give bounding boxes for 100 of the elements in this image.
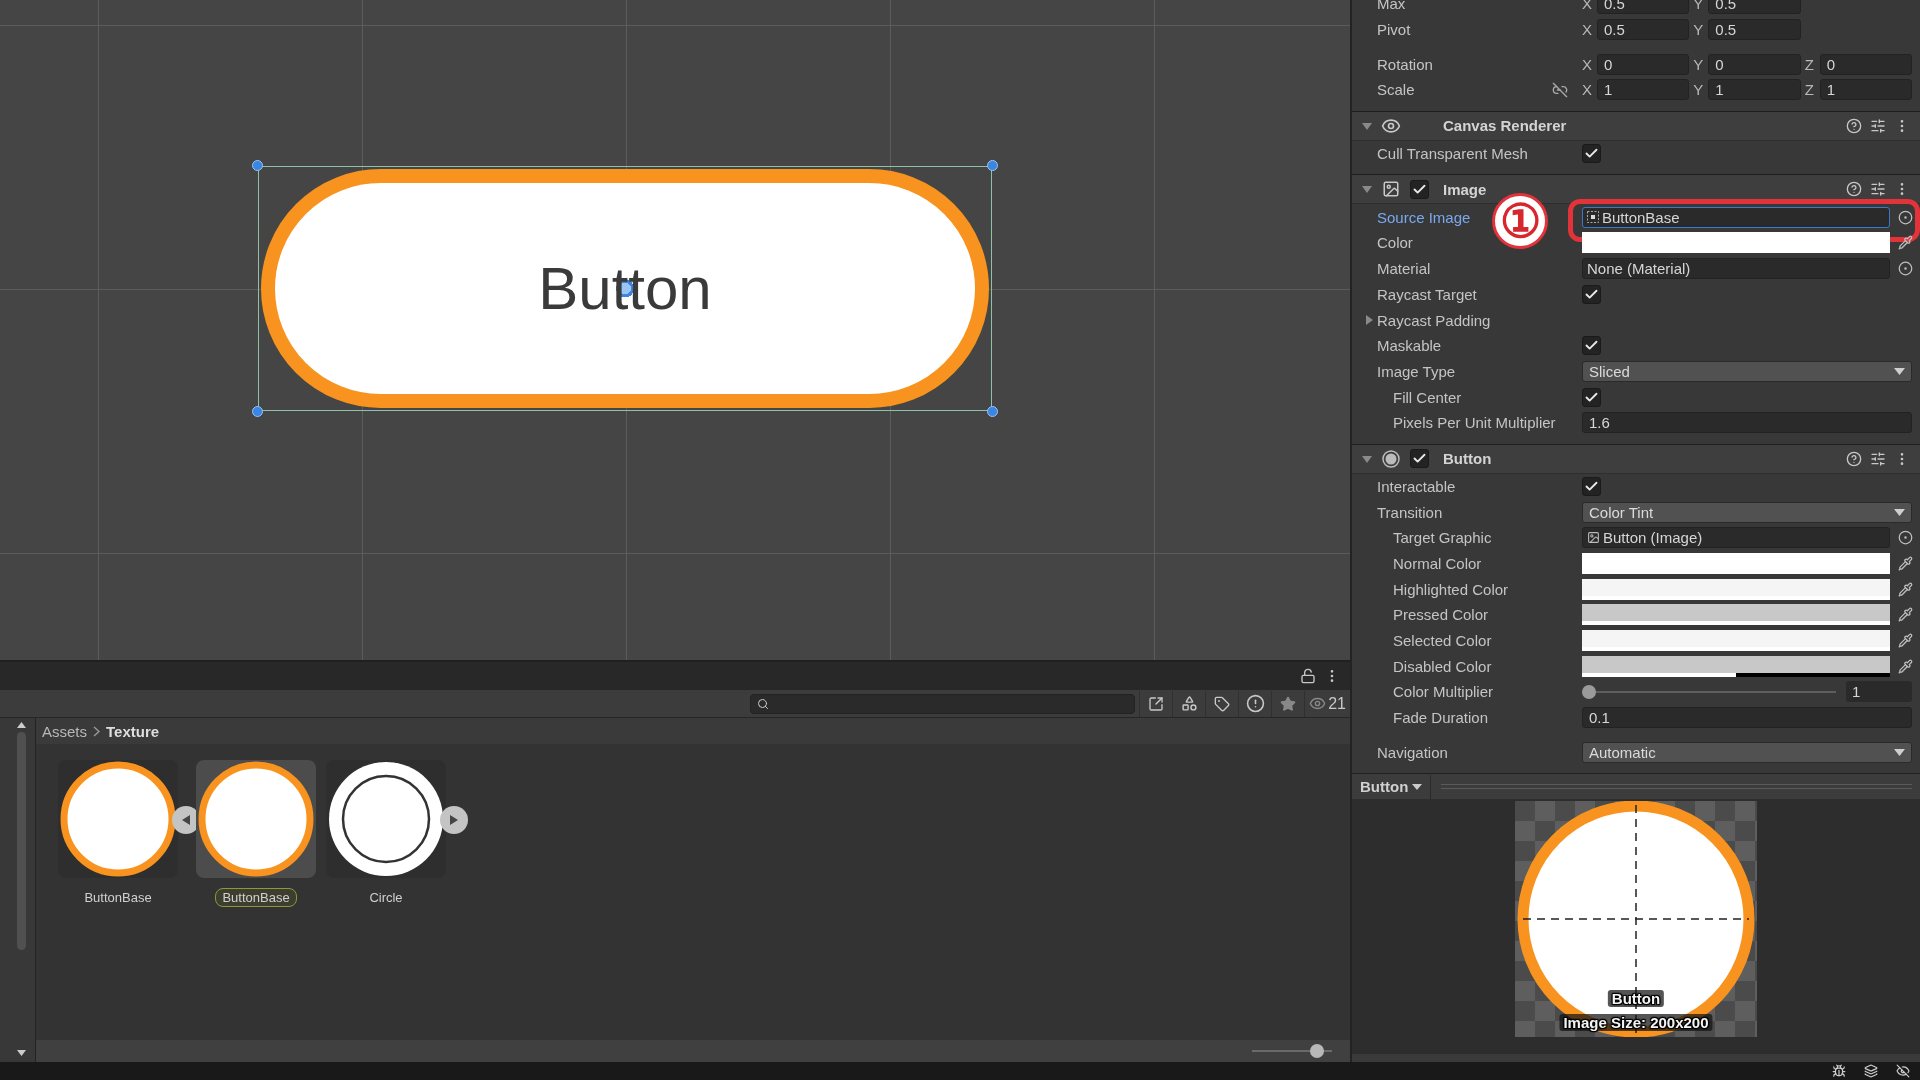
eye-icon — [1309, 695, 1327, 712]
button-component-icon — [1382, 449, 1400, 468]
checkbox[interactable] — [1582, 336, 1601, 356]
component-header[interactable]: Canvas Renderer — [1352, 110, 1920, 141]
breadcrumb-link[interactable]: Texture — [106, 722, 160, 740]
color-field[interactable] — [1582, 578, 1890, 600]
eye-off-icon[interactable] — [1896, 1064, 1910, 1078]
object-picker-icon[interactable] — [1897, 530, 1913, 546]
object-picker-icon[interactable] — [1897, 209, 1913, 225]
exclamation-icon — [1245, 694, 1265, 713]
presets-icon[interactable] — [1870, 181, 1886, 198]
component-title: Button — [1443, 450, 1493, 468]
layers-icon[interactable] — [1864, 1064, 1878, 1078]
axis-label: X — [1582, 55, 1593, 73]
object-field[interactable]: ButtonBase — [1582, 206, 1890, 228]
expand-button[interactable] — [440, 806, 468, 834]
resize-handle[interactable] — [987, 160, 998, 171]
search-field[interactable] — [750, 693, 1136, 714]
number-field[interactable]: 0 — [1819, 53, 1912, 75]
foldout-arrow-icon[interactable] — [1364, 315, 1374, 326]
rename-field[interactable]: ButtonBase — [215, 888, 297, 907]
slider-thumb[interactable] — [1310, 1044, 1325, 1058]
external-window-icon — [1148, 695, 1165, 712]
checkbox[interactable] — [1582, 476, 1601, 496]
dropdown[interactable]: Color Tint — [1582, 501, 1912, 523]
checkbox[interactable] — [1410, 179, 1429, 199]
color-field[interactable] — [1582, 553, 1890, 575]
presets-icon[interactable] — [1870, 450, 1886, 467]
color-field[interactable] — [1582, 655, 1890, 677]
eyedropper-icon[interactable] — [1897, 658, 1913, 674]
foldout-arrow-icon[interactable] — [1362, 184, 1372, 195]
field-label: Transition — [1376, 503, 1443, 521]
field-label: Selected Color — [1392, 632, 1492, 650]
image-icon — [1382, 180, 1400, 199]
object-picker-icon[interactable] — [1897, 261, 1913, 277]
axis-label: X — [1582, 21, 1593, 39]
scroll-up-icon[interactable] — [17, 722, 26, 728]
number-field[interactable]: 0.5 — [1708, 19, 1801, 41]
color-field[interactable] — [1582, 604, 1890, 626]
foldout-arrow-icon[interactable] — [1362, 120, 1372, 131]
number-field[interactable]: 1 — [1708, 79, 1801, 101]
field-label: Highlighted Color — [1392, 580, 1509, 598]
link-off-icon[interactable] — [1552, 81, 1568, 98]
bug-icon[interactable] — [1832, 1064, 1846, 1078]
color-field[interactable] — [1582, 630, 1890, 652]
breadcrumb-link[interactable]: Assets — [42, 722, 87, 740]
number-field[interactable]: 1 — [1846, 681, 1912, 703]
eyedropper-icon[interactable] — [1897, 633, 1913, 649]
axis-label: Y — [1693, 21, 1705, 39]
field-label: Target Graphic — [1392, 529, 1492, 547]
field-label: Cull Transparent Mesh — [1376, 145, 1528, 163]
number-field[interactable]: 1 — [1819, 79, 1912, 101]
eyedropper-icon[interactable] — [1897, 581, 1913, 597]
asset-name: ButtonBase — [83, 889, 153, 907]
checkbox[interactable] — [1582, 387, 1601, 407]
number-field[interactable]: 1.6 — [1582, 412, 1912, 434]
field-label: Pressed Color — [1392, 606, 1489, 624]
selection-rect[interactable]: Button — [258, 166, 992, 411]
presets-icon[interactable] — [1870, 117, 1886, 134]
checkbox[interactable] — [1582, 144, 1601, 164]
checkbox[interactable] — [1582, 284, 1601, 304]
object-field[interactable]: None (Material) — [1582, 258, 1890, 280]
lock-icon[interactable] — [1300, 668, 1316, 684]
number-field[interactable]: 0.1 — [1582, 707, 1912, 729]
number-field[interactable]: 0.5 — [1597, 19, 1690, 41]
foldout-arrow-icon[interactable] — [1362, 453, 1372, 464]
object-field[interactable]: Button (Image) — [1582, 527, 1890, 549]
color-field[interactable] — [1582, 232, 1890, 254]
scene-view[interactable]: Button — [0, 0, 1350, 660]
component-header[interactable]: Button — [1352, 443, 1920, 474]
number-field[interactable]: 0 — [1708, 53, 1801, 75]
field-label: Normal Color — [1392, 555, 1482, 573]
slider-thumb[interactable] — [1582, 684, 1596, 699]
resize-grip[interactable] — [1441, 784, 1912, 790]
dropdown[interactable]: Automatic — [1582, 741, 1912, 763]
checkbox[interactable] — [1410, 449, 1429, 469]
scroll-down-icon[interactable] — [17, 1050, 26, 1056]
field-label: Source Image — [1376, 208, 1471, 226]
asset-name: Circle — [368, 889, 404, 907]
shapes-icon — [1180, 695, 1198, 712]
dropdown[interactable]: Sliced — [1582, 360, 1912, 382]
eyedropper-icon[interactable] — [1897, 607, 1913, 623]
number-field[interactable]: 0 — [1597, 53, 1690, 75]
resize-handle[interactable] — [252, 406, 263, 417]
field-label: Fill Center — [1392, 388, 1462, 406]
sprite-icon — [1587, 211, 1599, 224]
search-icon — [757, 697, 770, 710]
help-icon[interactable] — [1846, 117, 1862, 134]
eyedropper-icon[interactable] — [1897, 556, 1913, 572]
scrollbar-thumb[interactable] — [17, 732, 26, 950]
component-title: Canvas Renderer — [1443, 117, 1568, 135]
eyedropper-icon[interactable] — [1897, 235, 1913, 251]
field-label: Disabled Color — [1392, 657, 1492, 675]
field-label: Image Type — [1376, 362, 1456, 380]
component-title: Image — [1443, 180, 1488, 198]
number-field[interactable]: 1 — [1597, 79, 1690, 101]
help-icon[interactable] — [1846, 181, 1862, 198]
help-icon[interactable] — [1846, 450, 1862, 467]
resize-handle[interactable] — [252, 160, 263, 171]
resize-handle[interactable] — [987, 406, 998, 417]
